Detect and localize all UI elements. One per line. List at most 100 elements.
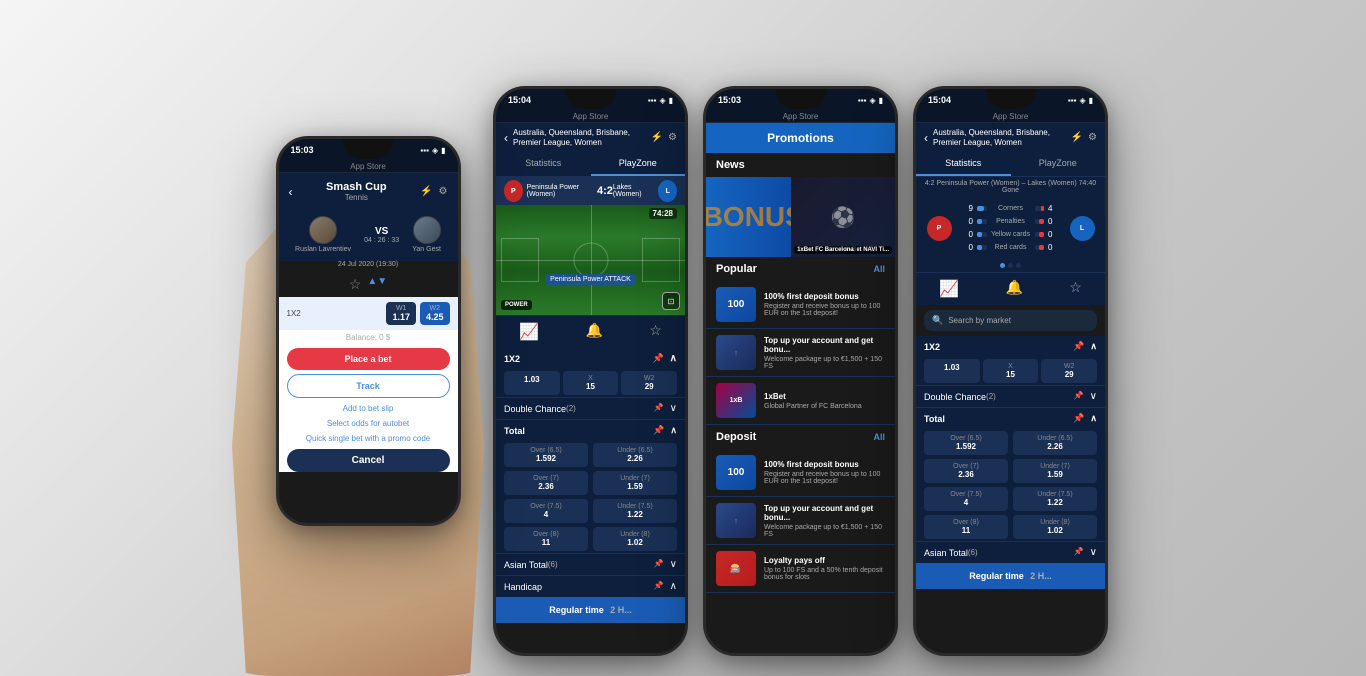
player2-avatar <box>413 216 441 244</box>
corners-row: 9 Corners 4 <box>959 202 1062 215</box>
add-to-bet-slip-button[interactable]: Add to bet slip <box>279 401 458 416</box>
team2-logo: L <box>658 180 677 202</box>
popular-all-link[interactable]: All <box>873 264 885 274</box>
bell-icon4[interactable]: 🔔 <box>1005 279 1022 299</box>
over8-cell[interactable]: Over (8) 11 <box>504 527 588 551</box>
promo-card-deposit1[interactable]: 100 100% first deposit bonus Register an… <box>706 449 895 497</box>
gear-icon[interactable]: ⚙ <box>439 186 448 197</box>
lightning-icon4[interactable]: ⚡ <box>1071 132 1083 143</box>
phone3-appstore: App Store <box>706 111 895 123</box>
search-bar[interactable]: 🔍 Search by market <box>924 310 1097 331</box>
promo-card-popular1[interactable]: 100 100% first deposit bonus Register an… <box>706 281 895 329</box>
bell-icon[interactable]: 🔔 <box>585 322 602 342</box>
collapse-t[interactable]: ∧ <box>670 425 677 436</box>
signal-icon4: ▪▪▪ <box>1068 96 1077 105</box>
star-icon4[interactable]: ☆ <box>1069 279 1082 299</box>
1x2-row: 1.03 X 15 W2 29 <box>496 369 685 397</box>
p4-x-cell[interactable]: X 15 <box>983 359 1039 383</box>
under65-cell[interactable]: Under (6.5) 2.26 <box>593 443 677 467</box>
promo-button[interactable]: Quick single bet with a promo code <box>279 431 458 446</box>
expand-at[interactable]: ∨ <box>670 559 677 570</box>
chart-icon4[interactable]: 📈 <box>939 279 959 299</box>
under75-cell[interactable]: Under (7.5) 1.22 <box>593 499 677 523</box>
search-placeholder: Search by market <box>948 316 1011 325</box>
over7-cell[interactable]: Over (7) 2.36 <box>504 471 588 495</box>
promo-info-3: 1xBet Global Partner of FC Barcelona <box>764 392 885 410</box>
phone4-back-icon[interactable]: ‹ <box>924 131 928 145</box>
over65-cell[interactable]: Over (6.5) 1.592 <box>504 443 588 467</box>
match-row: Ruslan Lavrentiev VS 04 : 26 : 33 Yan Ge… <box>279 208 458 261</box>
promo-thumb-6: 🎰 <box>716 551 756 586</box>
p4-total-section: Total 📌 ∧ Over (6.5) 1.592 Under (6.5) 2… <box>916 407 1105 541</box>
w2-odds[interactable]: 4.25 <box>426 312 444 322</box>
cancel-button[interactable]: Cancel <box>287 449 450 472</box>
w1-cell[interactable]: 1.03 <box>504 371 560 395</box>
promo-card-deposit3[interactable]: 🎰 Loyalty pays off Up to 100 FS and a 50… <box>706 545 895 593</box>
under7-cell[interactable]: Under (7) 1.59 <box>593 471 677 495</box>
pin-icon-dc: 📌 <box>654 403 664 414</box>
double-chance-row: Double Chance (2) 📌 ∨ <box>496 397 685 419</box>
collapse-icon[interactable]: ∧ <box>670 353 677 364</box>
promo-card-popular3[interactable]: 1xB 1xBet Global Partner of FC Barcelona <box>706 377 895 425</box>
phone4-nav-icons: ⚡ ⚙ <box>1071 132 1097 143</box>
market-name-1x2: 1X2 <box>504 354 520 364</box>
team1-name: Peninsula Power (Women) <box>527 184 597 198</box>
goal-area-left <box>501 238 539 282</box>
chart-icon[interactable]: 📈 <box>519 322 539 342</box>
w2-cell[interactable]: W2 29 <box>621 371 677 395</box>
stats-area: P 9 Corners 4 0 <box>916 197 1105 259</box>
under8-cell[interactable]: Under (8) 1.02 <box>593 527 677 551</box>
phone1-status-icons: ▪▪▪ ◈ ▮ <box>420 146 445 155</box>
team1-logo: P <box>504 180 523 202</box>
place-bet-button[interactable]: Place a bet <box>287 348 450 370</box>
wifi-icon2: ◈ <box>659 96 665 105</box>
news-banner[interactable]: BONUS ⚽ 1xBet NAVI Ti... 1xBet FC Barcel… <box>706 177 895 257</box>
w2-lbl: W2 <box>624 375 674 382</box>
lightning-icon2[interactable]: ⚡ <box>651 132 663 143</box>
phone4-nav-title: Australia, Queensland, Brisbane, Premier… <box>933 128 1066 147</box>
capture-icon[interactable]: ⊡ <box>662 292 680 310</box>
bet-sheet: 1X2 W1 1.17 W2 4.25 <box>279 297 458 472</box>
p4-w1-cell[interactable]: 1.03 <box>924 359 980 383</box>
gear-icon4[interactable]: ⚙ <box>1088 132 1097 143</box>
promo-info-5: Top up your account and get bonu... Welc… <box>764 504 885 538</box>
w1-label: W1 <box>392 305 410 312</box>
team1-stats-logo: P <box>924 202 954 254</box>
total-row2: Over (7) 2.36 Under (7) 1.59 <box>496 469 685 497</box>
phone2-back-icon[interactable]: ‹ <box>504 131 508 145</box>
penalties-row: 0 Penalties 0 <box>959 215 1062 228</box>
gear-icon2[interactable]: ⚙ <box>668 132 677 143</box>
star-icon2[interactable]: ☆ <box>649 322 662 342</box>
promo-thumb-4: 100 <box>716 455 756 490</box>
track-button[interactable]: Track <box>287 374 450 398</box>
promo-thumb-2: ↑ <box>716 335 756 370</box>
deposit-header: Deposit All <box>706 425 895 449</box>
w1-odds[interactable]: 1.17 <box>392 312 410 322</box>
search-icon4: 🔍 <box>932 315 943 326</box>
arrows: ▲▼ <box>367 276 387 293</box>
deposit-all-link[interactable]: All <box>873 432 885 442</box>
phone3-status-icons: ▪▪▪ ◈ ▮ <box>858 96 883 105</box>
match-score2: 4:2 <box>597 185 613 197</box>
red-cards-row: 0 Red cards 0 <box>959 241 1062 254</box>
x-cell[interactable]: X 15 <box>563 371 619 395</box>
tab-playzone[interactable]: PlayZone <box>591 152 686 176</box>
w2-val: 29 <box>624 382 674 391</box>
over75-cell[interactable]: Over (7.5) 4 <box>504 499 588 523</box>
select-odds-button[interactable]: Select odds for autobet <box>279 416 458 431</box>
expand-dc[interactable]: ∨ <box>670 403 677 414</box>
news-banner-right: ⚽ 1xBet NAVI Ti... 1xBet FC Barcelona <box>791 177 895 257</box>
promo-card-deposit2[interactable]: ↑ Top up your account and get bonu... We… <box>706 497 895 545</box>
tab-statistics[interactable]: Statistics <box>496 152 591 176</box>
p4-w2-cell[interactable]: W2 29 <box>1041 359 1097 383</box>
collapse-p4[interactable]: ∧ <box>1090 341 1097 352</box>
handicap-row: Handicap 📌 ∧ <box>496 575 685 597</box>
wifi-icon3: ◈ <box>869 96 875 105</box>
signal-icon3: ▪▪▪ <box>858 96 867 105</box>
lightning-icon[interactable]: ⚡ <box>420 186 432 197</box>
tab4-playzone[interactable]: PlayZone <box>1011 152 1106 176</box>
promo-card-popular2[interactable]: ↑ Top up your account and get bonu... We… <box>706 329 895 377</box>
star-icon[interactable]: ☆ <box>349 276 362 293</box>
tab4-statistics[interactable]: Statistics <box>916 152 1011 176</box>
expand-h[interactable]: ∧ <box>670 581 677 592</box>
